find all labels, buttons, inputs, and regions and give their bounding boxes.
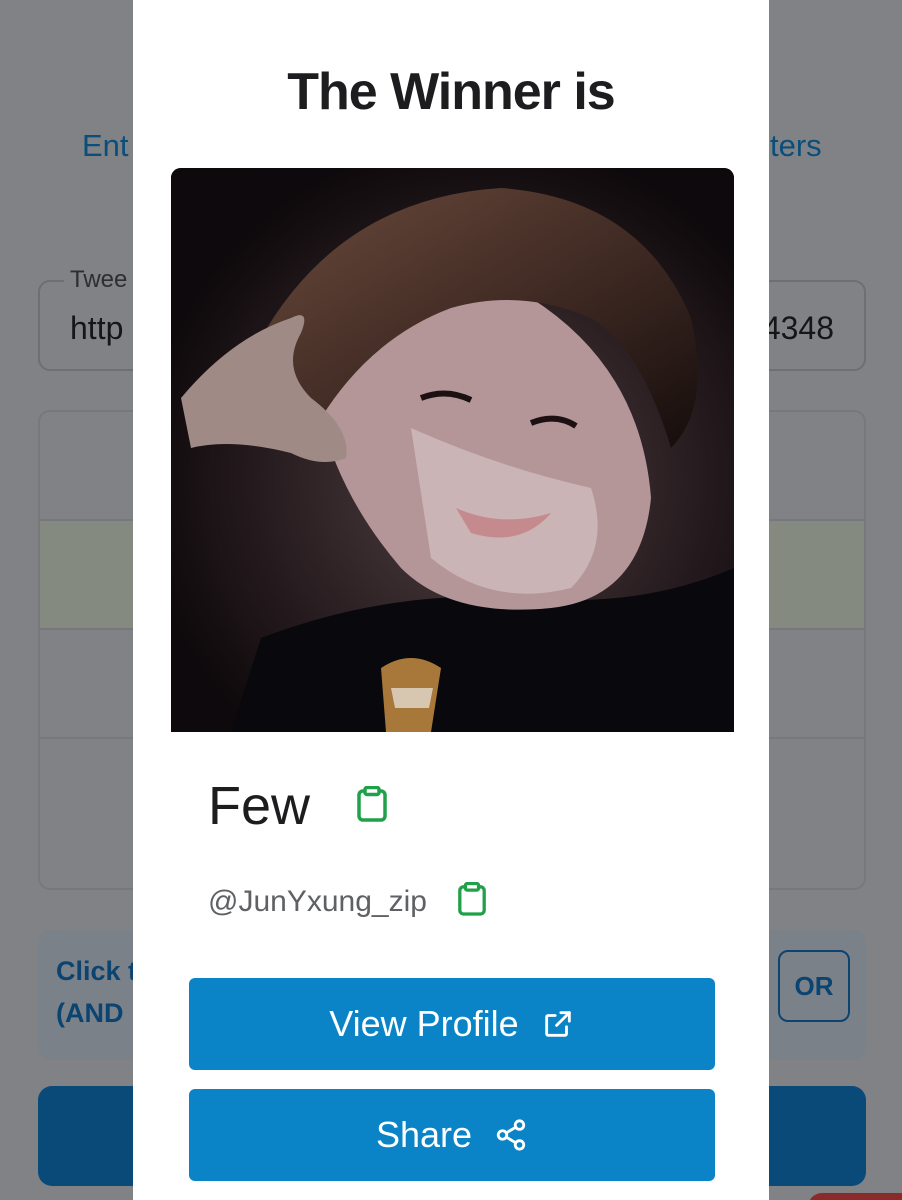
copy-handle-clipboard-icon[interactable] xyxy=(457,881,487,921)
winner-handle-row: @JunYxung_zip xyxy=(208,881,487,921)
winner-handle: @JunYxung_zip xyxy=(208,884,427,918)
bg-red-element xyxy=(808,1193,902,1200)
tweet-url-value-start: http xyxy=(70,310,124,346)
winner-modal: The Winner is Few @JunYxung_zip View Pro… xyxy=(133,0,769,1200)
share-icon xyxy=(494,1118,528,1152)
modal-title: The Winner is xyxy=(287,63,615,121)
winner-name-row: Few xyxy=(208,775,388,837)
hint-line-1: Click t xyxy=(56,956,138,986)
avatar-photo-illustration xyxy=(171,168,734,732)
winner-avatar xyxy=(171,168,734,732)
bg-filters-link[interactable]: ters xyxy=(770,128,822,164)
view-profile-label: View Profile xyxy=(329,1003,519,1044)
tweet-url-label: Twee xyxy=(64,266,134,294)
share-button[interactable]: Share xyxy=(189,1089,715,1181)
bg-entries-link[interactable]: Ent xyxy=(82,128,129,164)
hint-text: Click t (AND xyxy=(56,950,137,1034)
copy-name-clipboard-icon[interactable] xyxy=(356,785,388,827)
external-link-icon xyxy=(541,1007,575,1041)
hint-line-2: (AND xyxy=(56,998,124,1028)
or-badge: OR xyxy=(778,950,850,1022)
tweet-url-value-end: 4348 xyxy=(762,310,834,346)
view-profile-button[interactable]: View Profile xyxy=(189,978,715,1070)
winner-display-name: Few xyxy=(208,776,311,836)
share-label: Share xyxy=(375,1114,473,1155)
